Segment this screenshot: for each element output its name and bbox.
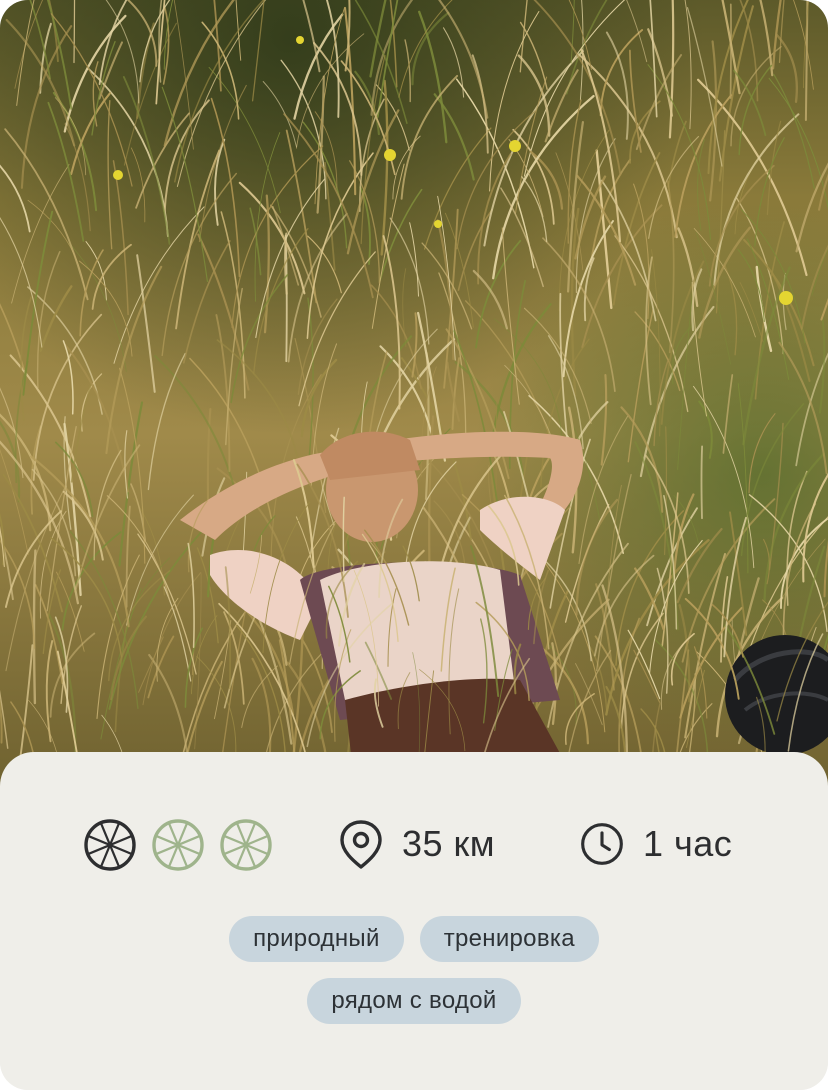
location-pin-icon xyxy=(338,819,384,869)
difficulty-wheel-icon xyxy=(83,818,137,872)
tag-chip[interactable]: тренировка xyxy=(419,916,599,962)
duration-stat: 1 час xyxy=(579,814,732,874)
route-photo xyxy=(0,0,828,790)
clock-icon xyxy=(579,819,625,869)
tag-chip[interactable]: рядом с водой xyxy=(307,978,521,1024)
tag-row: природный тренировка xyxy=(0,916,828,962)
distance-value: 35 км xyxy=(402,823,496,864)
route-info-panel: 35 км 1 час природный тренировка рядом с… xyxy=(0,752,828,1090)
route-stats: 35 км 1 час xyxy=(0,812,828,876)
difficulty-wheel-icon xyxy=(151,818,205,872)
tag-chip[interactable]: природный xyxy=(229,916,404,962)
route-card[interactable]: 35 км 1 час природный тренировка рядом с… xyxy=(0,0,828,1090)
difficulty-wheel-icon xyxy=(219,818,273,872)
tag-row: рядом с водой xyxy=(0,978,828,1024)
route-tags: природный тренировка рядом с водой xyxy=(0,916,828,1040)
duration-value: 1 час xyxy=(643,823,733,864)
distance-stat: 35 км xyxy=(338,814,495,874)
